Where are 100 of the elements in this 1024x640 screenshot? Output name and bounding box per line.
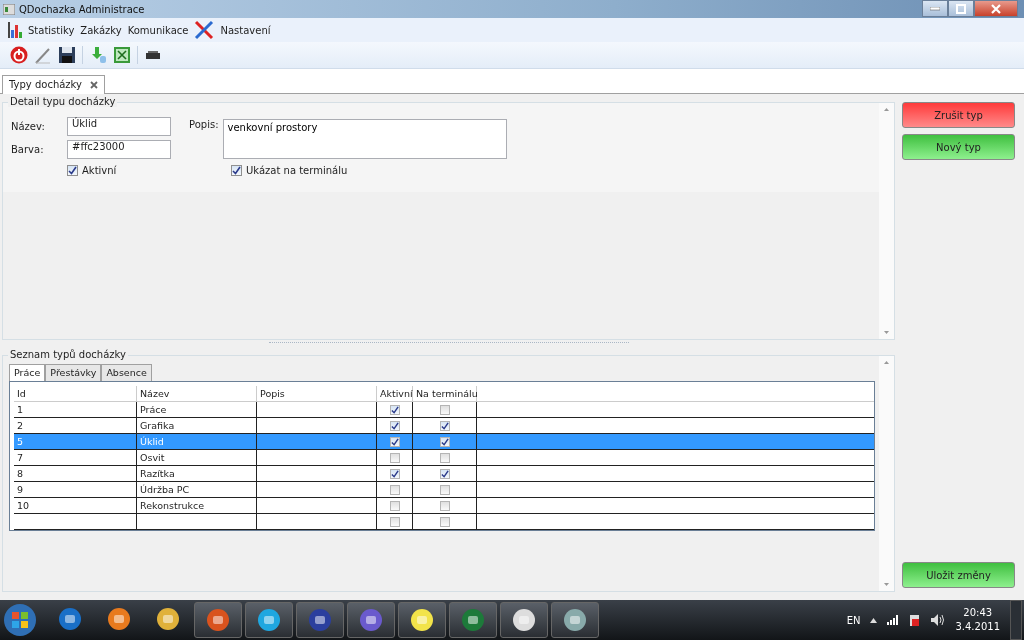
table-cell: Grafika <box>137 418 257 433</box>
scroll-up-icon[interactable] <box>884 108 889 111</box>
table-row[interactable]: 1 Práce <box>14 402 874 418</box>
table-cell: Údržba PC <box>137 482 257 497</box>
checkbox[interactable] <box>439 452 450 463</box>
checkbox[interactable] <box>389 420 400 431</box>
checkbox[interactable] <box>389 452 400 463</box>
checkbox[interactable] <box>439 436 450 447</box>
input-field[interactable]: #ffc23000 <box>67 140 171 159</box>
table-cell: Úklid <box>137 434 257 449</box>
taskbar-app-icon[interactable] <box>245 602 293 638</box>
scrollbar[interactable] <box>879 356 894 591</box>
speaker-icon[interactable] <box>931 614 946 626</box>
table-row[interactable]: 10 Rekonstrukce <box>14 498 874 514</box>
window-title: QDochazka Administrace <box>19 3 145 15</box>
checkbox[interactable] <box>389 484 400 495</box>
action-button[interactable]: Uložit změny <box>902 562 1015 588</box>
minimize-button[interactable] <box>922 0 948 17</box>
pencil-icon[interactable] <box>34 46 52 64</box>
group-title: Seznam typů docházky <box>8 349 128 360</box>
column-header[interactable]: Na terminálu <box>413 386 477 401</box>
checkbox[interactable] <box>231 165 242 176</box>
menu-item[interactable]: Statistiky <box>28 24 75 36</box>
menu-item[interactable]: Zakázky <box>80 24 122 36</box>
checkbox[interactable] <box>389 404 400 415</box>
tab[interactable]: Práce <box>9 364 46 381</box>
close-icon <box>991 3 1001 14</box>
checkbox-label: Ukázat na terminálu <box>246 165 348 176</box>
table-cell: 7 <box>14 450 137 465</box>
table-cell: 5 <box>14 434 137 449</box>
checkbox-label: Aktivní <box>82 165 117 176</box>
taskbar-app-icon[interactable] <box>398 602 446 638</box>
column-header[interactable]: Aktivní <box>377 386 413 401</box>
checkbox[interactable] <box>439 516 450 527</box>
close-button[interactable] <box>974 0 1018 17</box>
document-tab[interactable]: Typy docházky <box>2 75 105 94</box>
table-row[interactable] <box>14 514 874 530</box>
table-cell: 9 <box>14 482 137 497</box>
up-arrow-icon[interactable] <box>870 617 878 623</box>
scroll-up-icon[interactable] <box>884 361 889 364</box>
table-row[interactable]: 7 Osvit <box>14 450 874 466</box>
table-cell: Rekonstrukce <box>137 498 257 513</box>
table-cell: Razítka <box>137 466 257 481</box>
description-field[interactable]: venkovní prostory <box>222 119 507 159</box>
table-cell: Osvit <box>137 450 257 465</box>
language-indicator[interactable]: EN <box>846 614 861 626</box>
checkbox[interactable] <box>439 420 450 431</box>
action-button[interactable]: Nový typ <box>902 134 1015 160</box>
flag-icon[interactable] <box>909 613 922 627</box>
taskbar-app-icon[interactable] <box>500 602 548 638</box>
signal-icon[interactable] <box>887 615 900 625</box>
table-cell: Práce <box>137 402 257 417</box>
maximize-button[interactable] <box>948 0 974 17</box>
checkbox[interactable] <box>439 468 450 479</box>
clock-time[interactable]: 20:43 <box>963 606 993 620</box>
column-header[interactable]: Název <box>137 386 257 401</box>
delete-button[interactable]: Zrušit typ <box>902 102 1015 128</box>
spreadsheet-icon[interactable] <box>113 46 131 64</box>
field-label: Název: <box>11 121 46 132</box>
table-cell: 2 <box>14 418 137 433</box>
taskbar-app-icon[interactable] <box>194 602 242 638</box>
power-icon[interactable] <box>10 46 28 64</box>
scroll-down-icon[interactable] <box>884 583 889 586</box>
table-row[interactable]: 9 Údržba PC <box>14 482 874 498</box>
save-icon[interactable] <box>58 46 76 64</box>
checkbox[interactable] <box>439 404 450 415</box>
column-header[interactable]: Popis <box>257 386 377 401</box>
taskbar-app-icon[interactable] <box>551 602 599 638</box>
table-row[interactable]: 2 Grafika <box>14 418 874 434</box>
table-cell: 1 <box>14 402 137 417</box>
taskbar-app-icon[interactable] <box>449 602 497 638</box>
checkbox[interactable] <box>389 468 400 479</box>
tab[interactable]: Přestávky <box>45 364 102 381</box>
field-label: Popis: <box>189 119 219 130</box>
app-icon <box>3 3 15 15</box>
tab[interactable]: Absence <box>101 364 152 381</box>
scroll-down-icon[interactable] <box>884 331 889 334</box>
group-title: Detail typu docházky <box>8 96 118 107</box>
table-cell: 10 <box>14 498 137 513</box>
scrollbar[interactable] <box>879 103 894 339</box>
start-button[interactable] <box>3 603 37 637</box>
table-row[interactable]: 8 Razítka <box>14 466 874 482</box>
checkbox[interactable] <box>439 484 450 495</box>
bar-chart-icon[interactable] <box>8 22 22 38</box>
column-header[interactable]: Id <box>14 386 137 401</box>
taskbar-app-icon[interactable] <box>347 602 395 638</box>
checkbox[interactable] <box>67 165 78 176</box>
table-cell: 8 <box>14 466 137 481</box>
input-field[interactable]: Úklid <box>67 117 171 136</box>
taskbar-app-icon[interactable] <box>296 602 344 638</box>
tools-icon[interactable] <box>194 20 215 40</box>
menu-item[interactable]: Komunikace <box>127 24 189 36</box>
clock-date[interactable]: 3.4.2011 <box>955 620 1000 634</box>
close-icon[interactable] <box>89 80 98 89</box>
checkbox[interactable] <box>389 500 400 511</box>
checkbox[interactable] <box>439 500 450 511</box>
menu-item[interactable]: Nastavení <box>220 24 271 36</box>
field-label: Barva: <box>11 144 45 155</box>
checkbox[interactable] <box>389 436 400 447</box>
checkbox[interactable] <box>389 516 400 527</box>
